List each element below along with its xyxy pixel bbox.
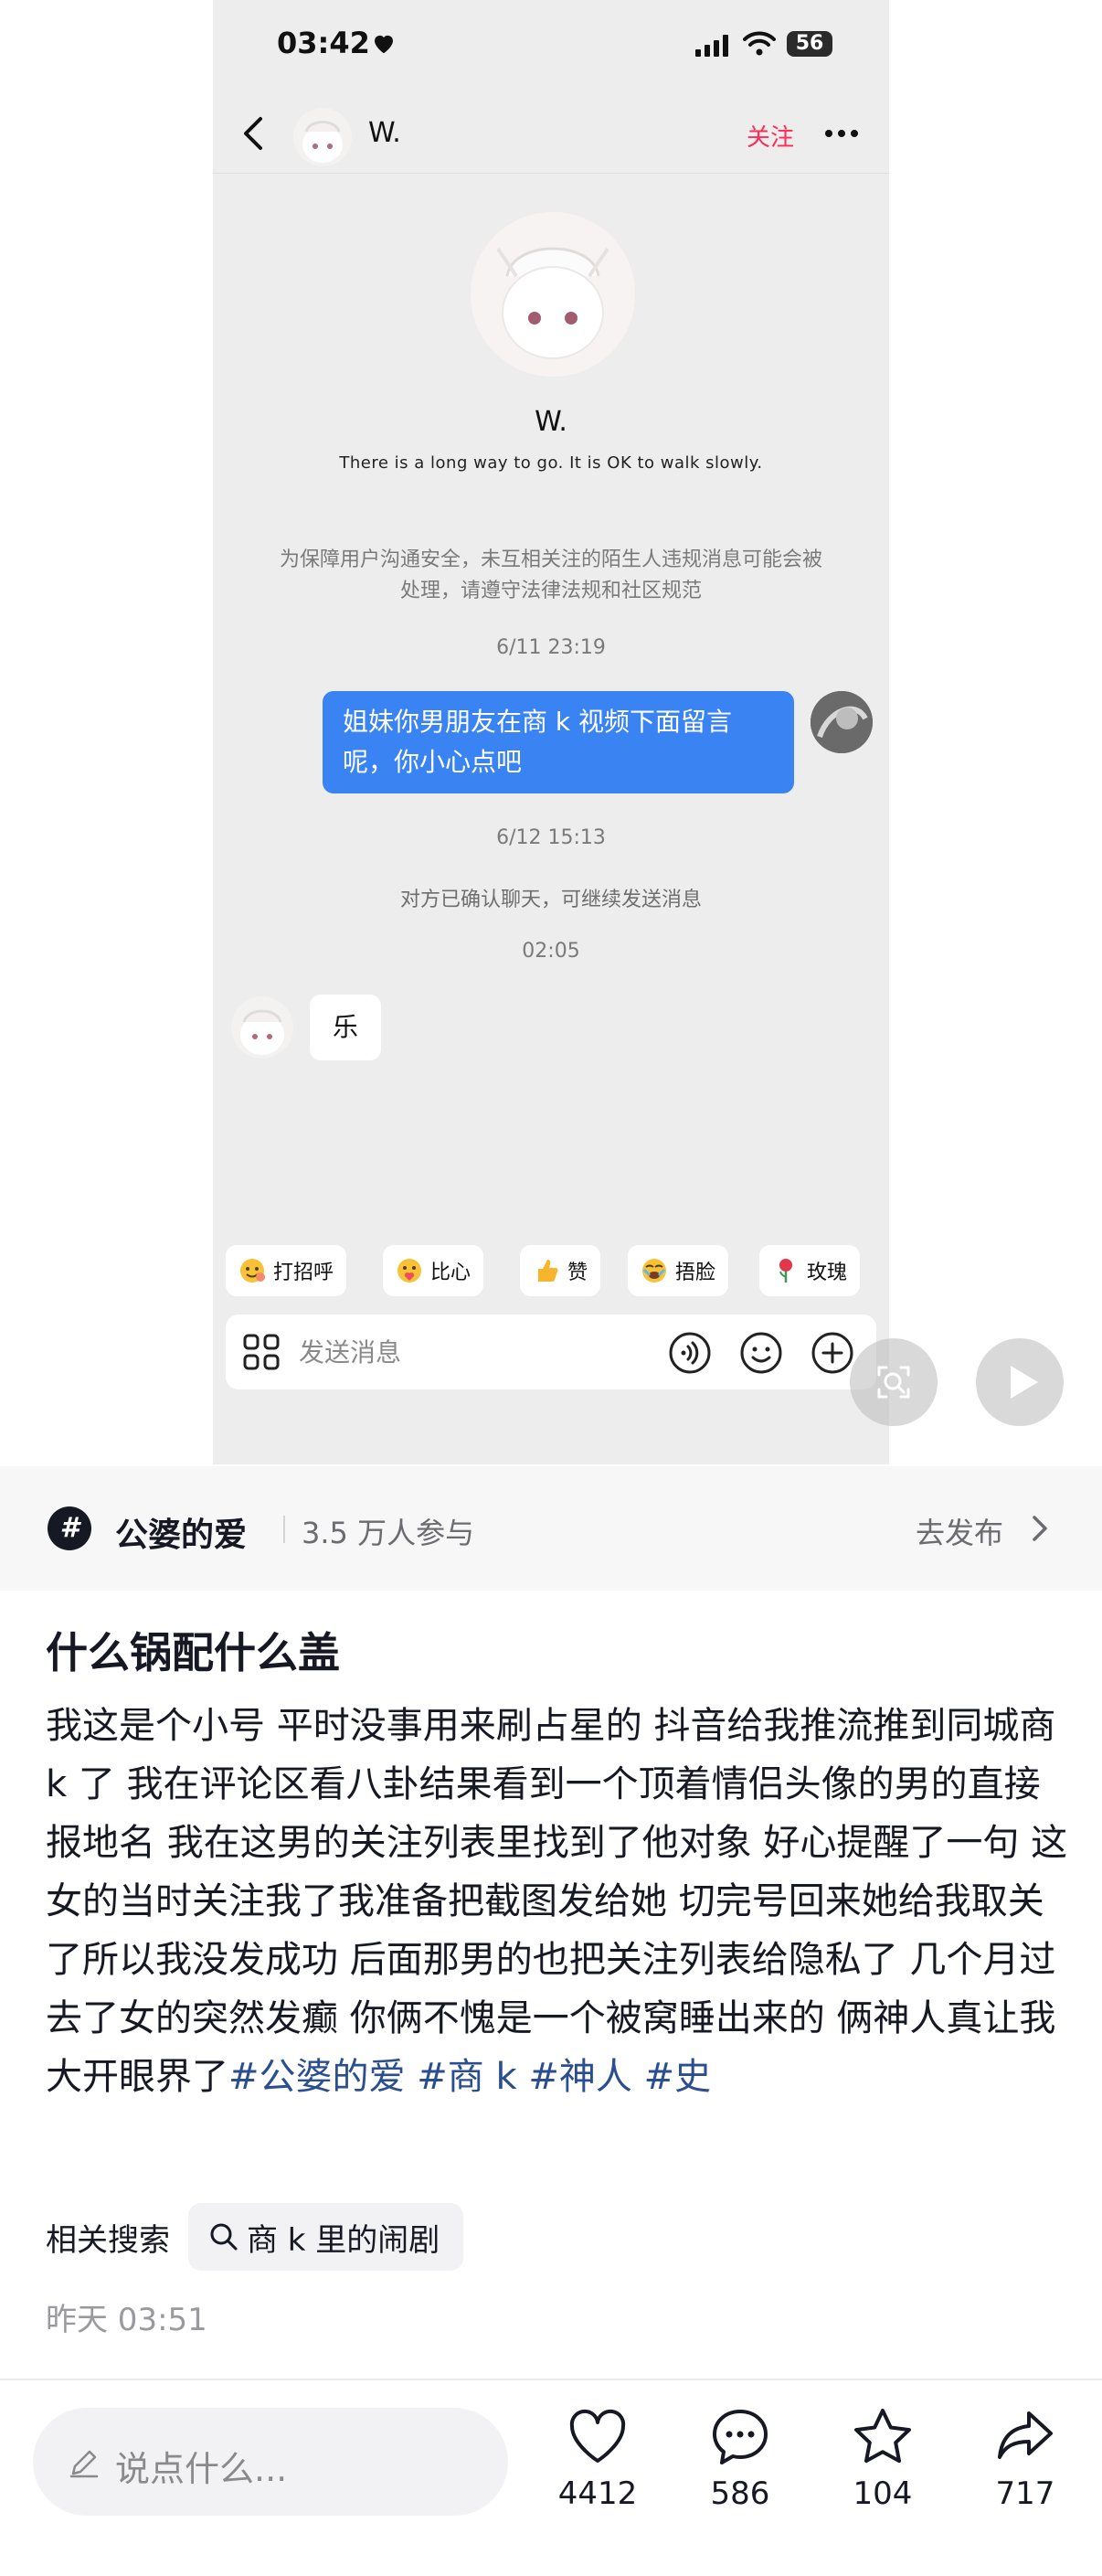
topic-bar[interactable]: # 公婆的爱 3.5 万人参与 去发布 [0, 1466, 1102, 1591]
share-count: 717 [995, 2475, 1055, 2512]
quick-reply-heart-hands[interactable]: 比心 [383, 1245, 484, 1296]
hashtag-link[interactable]: #商 k [417, 2056, 516, 2098]
chat-partner-avatar[interactable] [231, 996, 293, 1059]
thumbs-up-emoji-icon [538, 1260, 558, 1282]
hashtag-icon: # [48, 1506, 91, 1550]
comment-count: 586 [710, 2475, 770, 2512]
heart-outline-icon [569, 2409, 626, 2463]
post-text: 我这是个小号 平时没事用来刷占星的 抖音给我推流推到同城商 k 了 我在评论区看… [46, 1705, 1068, 2098]
status-bar: 03:42 56 [213, 0, 889, 91]
chevron-right-icon[interactable] [1031, 1514, 1049, 1543]
rose-emoji-icon [779, 1259, 792, 1283]
quick-reply-thumbs-up[interactable]: 赞 [520, 1245, 601, 1296]
hashtag-link[interactable]: #公婆的爱 [228, 2056, 406, 2098]
profile-avatar[interactable] [471, 212, 635, 377]
message-composer [226, 1315, 876, 1389]
like-button[interactable]: 4412 [543, 2404, 652, 2512]
facepalm-emoji-icon [642, 1259, 666, 1283]
play-button[interactable] [976, 1338, 1064, 1426]
chat-partner-name: W. [368, 117, 401, 149]
safety-notice: 为保障用户沟通安全，未互相关注的陌生人违规消息可能会被处理，请遵守法律法规和社区… [279, 548, 822, 602]
chat-partner-avatar[interactable] [293, 108, 352, 166]
greeting-emoji-icon [240, 1259, 265, 1283]
back-arrow-icon[interactable] [240, 115, 268, 152]
comment-placeholder: 说点什么... [115, 2449, 288, 2489]
more-options-icon[interactable] [823, 128, 860, 139]
post-title: 什么锅配什么盖 [46, 1628, 340, 1677]
system-message: 对方已确认聊天，可继续发送消息 [399, 889, 702, 911]
hashtag-link[interactable]: #神人 [528, 2056, 632, 2098]
status-time: 03:42 [277, 26, 370, 60]
profile-bio: There is a long way to go. It is OK to w… [339, 453, 763, 473]
message-timestamp: 6/12 15:13 [496, 826, 606, 849]
play-icon [1011, 1366, 1038, 1399]
bottom-action-bar: 说点什么... 4412 586 104 717 [0, 2380, 1102, 2576]
message-input[interactable] [299, 1333, 573, 1371]
heart-icon [375, 35, 393, 54]
scan-icon [877, 1366, 910, 1399]
apps-grid-icon[interactable] [242, 1333, 281, 1371]
follow-button[interactable]: 关注 [747, 119, 794, 153]
chat-header: W. 关注 [213, 91, 889, 174]
quick-reply-label: 捂脸 [675, 1261, 716, 1284]
post-body: 我这是个小号 平时没事用来刷占星的 抖音给我推流推到同城商 k 了 我在评论区看… [46, 1697, 1069, 2106]
profile-name: W. [535, 406, 567, 438]
quick-replies: 打招呼 比心 赞 捂脸 玫瑰 [226, 1245, 889, 1296]
share-arrow-icon [998, 2411, 1053, 2459]
chat-screenshot: 03:42 56 W. 关注 W. There is a long way to… [213, 0, 889, 1464]
quick-reply-facepalm[interactable]: 捂脸 [628, 1245, 729, 1296]
quick-reply-label: 比心 [430, 1261, 472, 1284]
received-message-bubble[interactable]: 乐 [310, 995, 381, 1060]
quick-reply-greeting[interactable]: 打招呼 [226, 1245, 347, 1296]
search-icon [210, 2223, 238, 2251]
favorite-count: 104 [853, 2475, 913, 2512]
scan-button[interactable] [850, 1338, 938, 1426]
message-timestamp: 02:05 [522, 940, 580, 963]
quick-reply-label: 玫瑰 [807, 1261, 848, 1284]
quick-reply-label: 打招呼 [273, 1261, 334, 1284]
comment-bubble-icon [713, 2410, 768, 2464]
star-icon [854, 2409, 911, 2464]
heart-hands-emoji-icon [397, 1259, 421, 1283]
sent-message-bubble[interactable]: 姐妹你男朋友在商 k 视频下面留言呢，你小心点吧 [323, 691, 794, 793]
quick-reply-rose[interactable]: 玫瑰 [759, 1245, 861, 1296]
message-timestamp: 6/11 23:19 [496, 636, 606, 659]
topic-name[interactable]: 公婆的爱 [115, 1508, 247, 1556]
related-search-query: 商 k 里的闹剧 [247, 2221, 440, 2259]
signal-icon [695, 35, 728, 57]
hashtag-link[interactable]: #史 [644, 2056, 712, 2098]
favorite-button[interactable]: 104 [828, 2404, 938, 2512]
related-search: 相关搜索 商 k 里的闹剧 [46, 2203, 464, 2271]
voice-icon[interactable] [668, 1331, 712, 1375]
battery-indicator: 56 [787, 31, 832, 57]
publish-button[interactable]: 去发布 [916, 1510, 1003, 1552]
share-button[interactable]: 717 [970, 2404, 1080, 2512]
comment-button[interactable]: 586 [685, 2404, 795, 2512]
wifi-icon [743, 31, 776, 56]
like-count: 4412 [557, 2475, 638, 2512]
topic-participants: 3.5 万人参与 [302, 1516, 475, 1550]
pencil-icon [69, 2450, 99, 2478]
quick-reply-label: 赞 [567, 1261, 588, 1284]
comment-input[interactable]: 说点什么... [33, 2408, 508, 2516]
related-search-label: 相关搜索 [46, 2221, 170, 2259]
plus-icon[interactable] [811, 1331, 854, 1375]
related-search-chip[interactable]: 商 k 里的闹剧 [188, 2203, 464, 2271]
my-avatar[interactable] [811, 691, 873, 753]
emoji-icon[interactable] [739, 1331, 783, 1375]
divider [283, 1516, 285, 1543]
post-date: 昨天 03:51 [46, 2302, 207, 2338]
